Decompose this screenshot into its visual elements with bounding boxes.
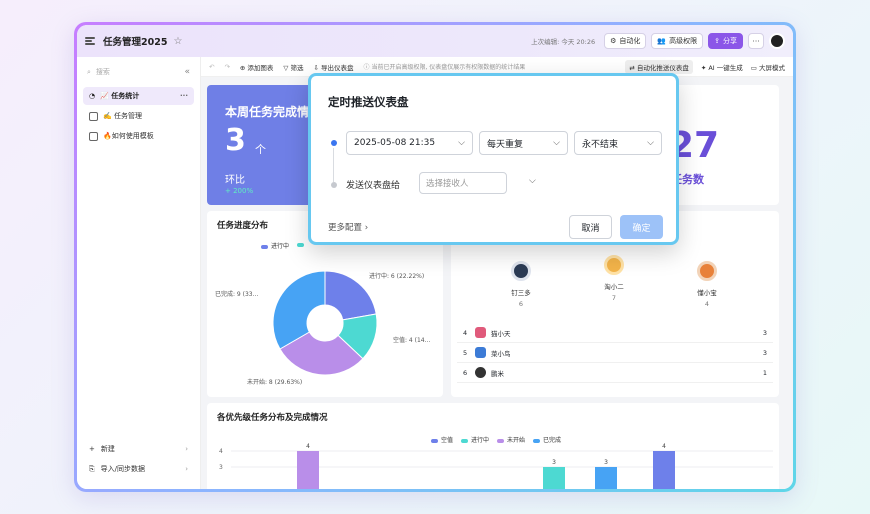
bar-value-label: 3 <box>552 459 556 466</box>
export-button[interactable]: ⇩ 导出仪表盘 <box>314 62 354 72</box>
automation-button[interactable]: ⚙ 自动化 <box>604 33 647 49</box>
kpi-week-compare-label: 环比 <box>225 175 245 186</box>
import-button[interactable]: ⎘ 导入/同步数据 › <box>77 459 200 479</box>
import-icon: ⎘ <box>89 464 95 473</box>
step-line <box>333 148 334 182</box>
chevron-down-icon: ⌵ <box>458 138 465 148</box>
undo-icon[interactable]: ↶ <box>209 63 214 71</box>
more-button[interactable]: ··· <box>748 33 764 49</box>
new-button[interactable]: + 新建 › <box>77 439 200 459</box>
receiver-input[interactable]: 选择接收人 <box>419 172 507 194</box>
filter-button[interactable]: ▽ 筛选 <box>283 62 303 72</box>
more-options-icon[interactable]: ··· <box>180 92 188 100</box>
share-icon: ⇪ <box>714 37 720 45</box>
podium-second: 钉三多 6 <box>501 261 541 308</box>
ai-generate-button[interactable]: ✦ AI 一键生成 <box>701 62 743 72</box>
app-title: 任务管理2025 <box>103 37 168 48</box>
table-icon <box>89 111 98 121</box>
sidebar-item-stats[interactable]: ◔ 📈 任务统计 ··· <box>83 87 194 105</box>
pie-label-empty: 空值: 4 (14... <box>393 337 431 344</box>
star-icon[interactable]: ☆ <box>173 36 182 47</box>
pie-label-in-progress: 进行中: 6 (22.22%) <box>369 273 425 280</box>
auto-push-button[interactable]: ⇄ 自动化推送仪表盘 <box>625 59 693 74</box>
podium-first: 淘小二 7 <box>594 255 634 302</box>
step-dot-active <box>331 140 337 146</box>
doc-icon <box>89 131 98 141</box>
bar-已完成[interactable] <box>595 467 617 489</box>
send-to-label: 发送仪表盘给 <box>346 181 401 191</box>
chevron-right-icon: › <box>185 465 188 473</box>
podium-third: 懂小宝 4 <box>687 261 727 308</box>
kpi-week-unit: 个 <box>255 143 266 156</box>
avatar <box>697 261 717 281</box>
pie-label-not-started: 未开始: 8 (29.63%) <box>247 379 303 386</box>
table-row: 4 猫小天 3 <box>457 323 773 343</box>
more-config-link[interactable]: 更多配置 › <box>328 221 368 233</box>
add-chart-button[interactable]: ⊕ 添加图表 <box>240 62 274 72</box>
y-tick-label: 3 <box>219 464 223 471</box>
datetime-select[interactable]: 2025-05-08 21:35 ⌵ <box>346 131 473 155</box>
pie-label-done: 已完成: 9 (33... <box>215 291 259 298</box>
chevron-down-icon[interactable]: ⌵ <box>529 176 536 186</box>
avatar <box>475 367 486 378</box>
dashboard-icon: ◔ <box>89 92 96 100</box>
sidebar-footer: + 新建 › ⎘ 导入/同步数据 › <box>77 439 200 479</box>
search-icon: ⌕ <box>87 67 91 76</box>
sidebar-item-guide[interactable]: 🔥如何使用模板 <box>83 127 194 145</box>
chevron-right-icon: › <box>185 445 188 453</box>
avatar <box>475 347 486 358</box>
sidebar: ⌕ 搜索 « ◔ 📈 任务统计 ··· ✍️ 任务管理 🔥如何使用模板 + 新建… <box>77 57 201 489</box>
avatar <box>475 327 486 338</box>
step-dot <box>331 182 337 188</box>
chevron-down-icon: ⌵ <box>553 138 560 148</box>
menu-icon[interactable] <box>85 36 97 46</box>
schedule-push-dialog: 定时推送仪表盘 2025-05-08 21:35 ⌵ 每天重复 ⌵ 永不结束 ⌵… <box>308 73 679 245</box>
bar-空值[interactable] <box>653 451 675 489</box>
chevron-right-icon: › <box>364 223 369 233</box>
permission-hint: ⓘ 当前已开启高级权限, 仪表盘仅展示有权限数据的统计结果 <box>363 64 526 71</box>
kpi-week-compare-value: + 200% <box>225 187 254 195</box>
share-button[interactable]: ⇪ 分享 <box>708 33 743 49</box>
last-edit-time: 上次编辑: 今天 20:26 <box>531 38 596 46</box>
permission-icon: 👥 <box>657 37 667 45</box>
kpi-week-value: 3 <box>225 123 246 158</box>
search-input[interactable]: ⌕ 搜索 « <box>83 61 194 83</box>
cancel-button[interactable]: 取消 <box>569 215 612 239</box>
bar-value-label: 4 <box>662 443 666 450</box>
priority-bar-card[interactable]: 各优先级任务分布及完成情况 空值 进行中 未开始 已完成 434334 <box>207 403 779 489</box>
repeat-select[interactable]: 每天重复 ⌵ <box>479 131 568 155</box>
priority-bar-chart: 4 3 4 3 3 4 <box>219 443 773 489</box>
avatar <box>511 261 531 281</box>
redo-icon[interactable]: ↷ <box>224 63 229 71</box>
bar-value-label: 4 <box>306 443 310 450</box>
advanced-permission-button[interactable]: 👥 高级权限 <box>651 33 704 49</box>
kpi-week-title: 本周任务完成情 <box>225 105 310 119</box>
rank-list: 4 猫小天 3 5 菜小鸟 3 6 鹏米 1 <box>457 323 773 383</box>
bar-进行中[interactable] <box>543 467 565 489</box>
avatar <box>604 255 624 275</box>
end-select[interactable]: 永不结束 ⌵ <box>574 131 662 155</box>
plus-icon: + <box>89 445 95 453</box>
top-bar: 任务管理2025 ☆ 上次编辑: 今天 20:26 ⚙ 自动化 👥 高级权限 ⇪ 分享… <box>77 25 793 57</box>
big-screen-button[interactable]: ▭ 大屏模式 <box>751 62 785 72</box>
y-tick-label: 4 <box>219 448 223 455</box>
user-avatar[interactable] <box>769 33 785 49</box>
bar-未开始[interactable] <box>297 451 319 489</box>
bar-value-label: 3 <box>604 459 608 466</box>
sidebar-item-manage[interactable]: ✍️ 任务管理 <box>83 107 194 125</box>
table-row: 5 菜小鸟 3 <box>457 343 773 363</box>
table-row: 6 鹏米 1 <box>457 363 773 383</box>
automation-icon: ⚙ <box>610 37 617 45</box>
confirm-button[interactable]: 确定 <box>620 215 663 239</box>
collapse-sidebar-icon[interactable]: « <box>184 67 190 77</box>
chevron-down-icon: ⌵ <box>647 138 654 148</box>
pie-slice-已完成[interactable] <box>272 270 326 350</box>
dialog-title: 定时推送仪表盘 <box>328 95 409 109</box>
